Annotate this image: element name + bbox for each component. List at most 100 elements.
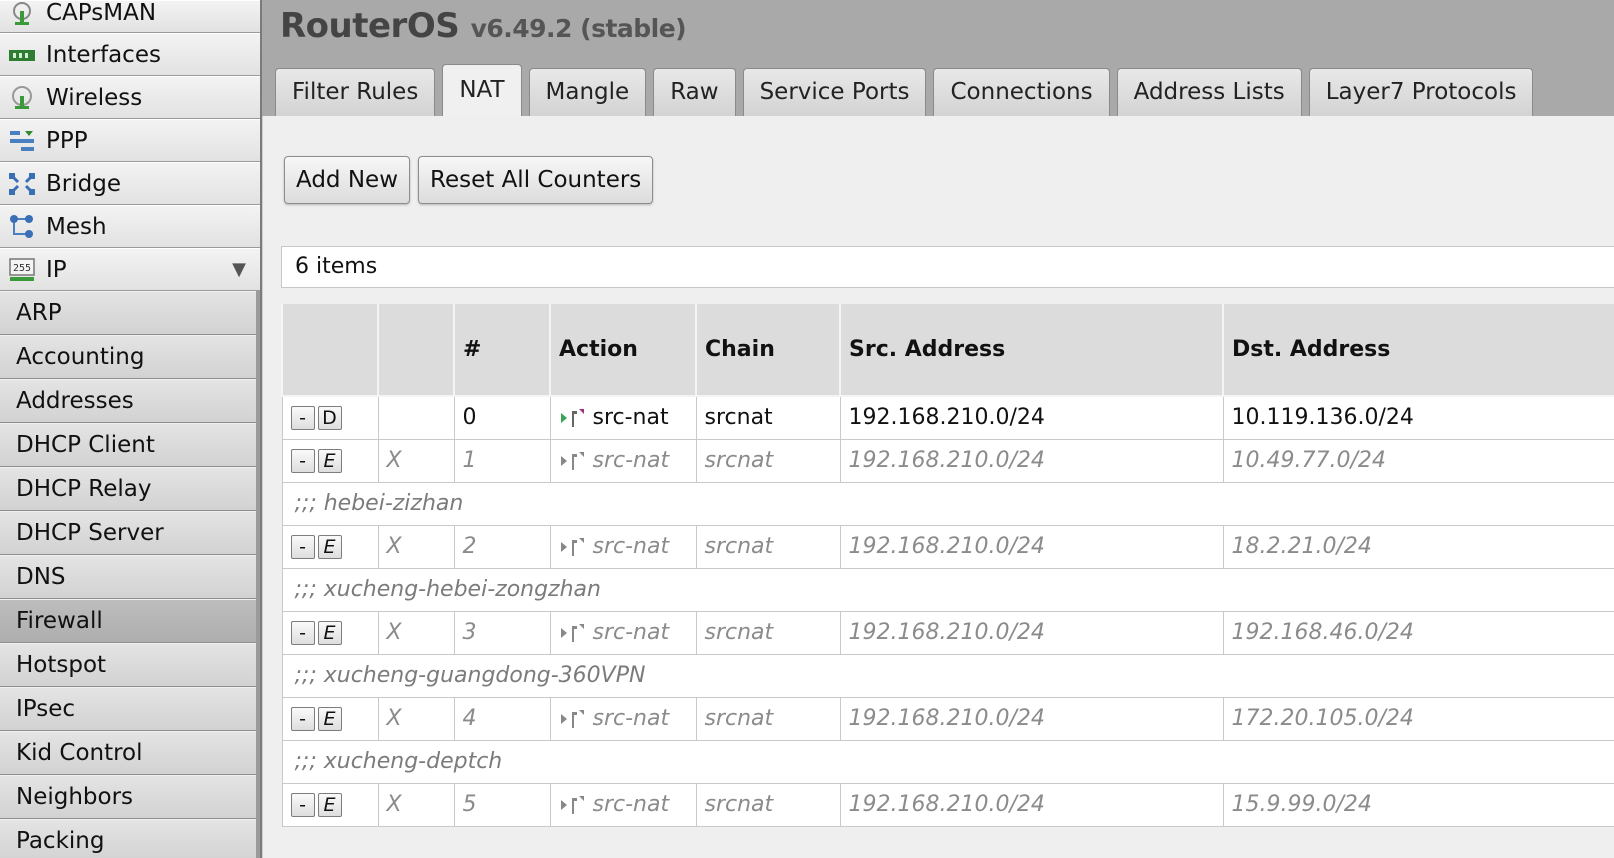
- sidebar-item-firewall[interactable]: Firewall: [0, 599, 256, 643]
- sidebar-item-dhcp-client[interactable]: DHCP Client: [0, 423, 256, 467]
- tab-nat[interactable]: NAT: [442, 64, 522, 116]
- column-header-chain[interactable]: Chain: [695, 304, 841, 397]
- comment-row: ;;; xucheng-deptch: [281, 739, 1614, 784]
- row-src-address: 192.168.210.0/24: [839, 782, 1224, 827]
- sidebar-item-addresses[interactable]: Addresses: [0, 379, 256, 423]
- sidebar-item-hotspot[interactable]: Hotspot: [0, 643, 256, 687]
- reset-all-counters-button[interactable]: Reset All Counters: [418, 156, 654, 204]
- toolbar: Add New Reset All Counters: [284, 156, 661, 204]
- row-dst-address: 15.9.99.0/24: [1222, 782, 1614, 827]
- remove-button[interactable]: -: [290, 406, 315, 431]
- sidebar-item-arp[interactable]: ARP: [0, 291, 256, 335]
- firewall-tabs: Filter Rules NAT Mangle Raw Service Ports Con…: [275, 64, 1540, 116]
- row-controls: -E: [281, 438, 379, 483]
- version-label: v6.49.2 (stable): [470, 14, 687, 43]
- column-header[interactable]: [377, 304, 455, 397]
- sidebar-item-dns[interactable]: DNS: [0, 555, 256, 599]
- remove-button[interactable]: -: [290, 793, 315, 817]
- remove-button[interactable]: -: [290, 535, 315, 559]
- tab-address-lists[interactable]: Address Lists: [1116, 68, 1302, 116]
- enable-button[interactable]: E: [317, 449, 342, 473]
- nat-content: Add New Reset All Counters 6 items # Acti…: [262, 116, 1614, 858]
- remove-button[interactable]: -: [290, 449, 315, 473]
- column-header-dst-address[interactable]: Dst. Address: [1222, 304, 1614, 397]
- sidebar-item-packing[interactable]: Packing: [0, 819, 256, 858]
- table-row[interactable]: -E X 5 src-nat srcnat 192.168.210.0/24 1…: [281, 782, 1614, 827]
- row-flag: X: [377, 524, 455, 569]
- row-dst-address: 18.2.21.0/24: [1222, 524, 1614, 569]
- sidebar-item-label: Mesh: [46, 214, 107, 240]
- column-header-action[interactable]: Action: [549, 304, 697, 397]
- tab-raw[interactable]: Raw: [653, 68, 736, 116]
- sidebar-item-ppp[interactable]: PPP: [0, 119, 260, 162]
- main-panel: RouterOS v6.49.2 (stable) Filter Rules NA…: [262, 0, 1614, 858]
- row-src-address: 192.168.210.0/24: [839, 395, 1224, 440]
- action-label: src-nat: [592, 448, 670, 473]
- sidebar-item-label: CAPsMAN: [46, 0, 157, 26]
- row-dst-address: 10.119.136.0/24: [1222, 395, 1614, 440]
- row-src-address: 192.168.210.0/24: [839, 438, 1224, 483]
- sidebar-item-dhcp-server[interactable]: DHCP Server: [0, 511, 256, 555]
- row-flag: X: [377, 696, 455, 741]
- sidebar-item-wireless[interactable]: Wireless: [0, 76, 260, 119]
- bridge-icon: [8, 172, 36, 196]
- table-row[interactable]: -E X 1 src-nat srcnat 192.168.210.0/24 1…: [281, 438, 1614, 483]
- sidebar-item-bridge[interactable]: Bridge: [0, 162, 260, 205]
- row-number: 3: [453, 610, 551, 655]
- nat-rules-table: # Action Chain Src. Address Dst. Address…: [281, 304, 1614, 827]
- sidebar-item-neighbors[interactable]: Neighbors: [0, 775, 256, 819]
- row-controls: -E: [281, 524, 379, 569]
- action-label: src-nat: [592, 534, 670, 559]
- sidebar-item-interfaces[interactable]: Interfaces: [0, 33, 260, 76]
- sidebar-item-kid-control[interactable]: Kid Control: [0, 731, 256, 775]
- sidebar-item-label: Bridge: [46, 171, 121, 197]
- src-nat-icon: [560, 624, 584, 642]
- sidebar-item-ipsec[interactable]: IPsec: [0, 687, 256, 731]
- row-chain: srcnat: [695, 696, 841, 741]
- sidebar-item-dhcp-relay[interactable]: DHCP Relay: [0, 467, 256, 511]
- row-chain: srcnat: [695, 395, 841, 440]
- table-row[interactable]: -E X 4 src-nat srcnat 192.168.210.0/24 1…: [281, 696, 1614, 741]
- enable-button[interactable]: E: [317, 707, 342, 731]
- add-new-button[interactable]: Add New: [284, 156, 411, 204]
- tab-service-ports[interactable]: Service Ports: [742, 68, 927, 116]
- tab-connections[interactable]: Connections: [933, 68, 1110, 116]
- row-flag: X: [377, 610, 455, 655]
- enable-button[interactable]: E: [317, 535, 342, 559]
- sidebar-item-capsman[interactable]: CAPsMAN: [0, 0, 260, 33]
- column-header-number[interactable]: #: [453, 304, 551, 397]
- sidebar-item-label: PPP: [46, 128, 88, 154]
- row-number: 4: [453, 696, 551, 741]
- column-header-src-address[interactable]: Src. Address: [839, 304, 1224, 397]
- row-controls: -E: [281, 696, 379, 741]
- src-nat-icon: [560, 452, 584, 470]
- sidebar-item-ip[interactable]: 255 IP ▼: [0, 248, 260, 291]
- src-nat-icon: [560, 796, 584, 814]
- sidebar-item-mesh[interactable]: Mesh: [0, 205, 260, 248]
- ip-submenu: ARP Accounting Addresses DHCP Client DHC…: [0, 291, 256, 858]
- rule-comment: ;;; xucheng-hebei-zongzhan: [281, 567, 1614, 612]
- enable-button[interactable]: E: [317, 793, 342, 817]
- tab-mangle[interactable]: Mangle: [528, 68, 647, 116]
- row-dst-address: 10.49.77.0/24: [1222, 438, 1614, 483]
- chevron-down-icon[interactable]: ▼: [232, 249, 246, 291]
- enable-button[interactable]: E: [317, 621, 342, 645]
- sidebar-item-accounting[interactable]: Accounting: [0, 335, 256, 379]
- src-nat-icon: [560, 538, 584, 556]
- sidebar: CAPsMAN Interfaces Wireless PPP Bridge M…: [0, 0, 262, 858]
- row-flag: [377, 395, 455, 440]
- ppp-icon: [10, 131, 34, 151]
- table-row[interactable]: -E X 2 src-nat srcnat 192.168.210.0/24 1…: [281, 524, 1614, 569]
- column-header[interactable]: [281, 304, 379, 397]
- disable-button[interactable]: D: [317, 406, 342, 431]
- row-dst-address: 172.20.105.0/24: [1222, 696, 1614, 741]
- row-flag: X: [377, 438, 455, 483]
- tab-layer7-protocols[interactable]: Layer7 Protocols: [1308, 68, 1534, 116]
- table-row[interactable]: -D 0 src-nat srcnat 192.168.210.0/24 10.…: [281, 395, 1614, 440]
- remove-button[interactable]: -: [290, 621, 315, 645]
- table-row[interactable]: -E X 3 src-nat srcnat 192.168.210.0/24 1…: [281, 610, 1614, 655]
- row-chain: srcnat: [695, 524, 841, 569]
- row-src-address: 192.168.210.0/24: [839, 696, 1224, 741]
- remove-button[interactable]: -: [290, 707, 315, 731]
- tab-filter-rules[interactable]: Filter Rules: [275, 68, 436, 116]
